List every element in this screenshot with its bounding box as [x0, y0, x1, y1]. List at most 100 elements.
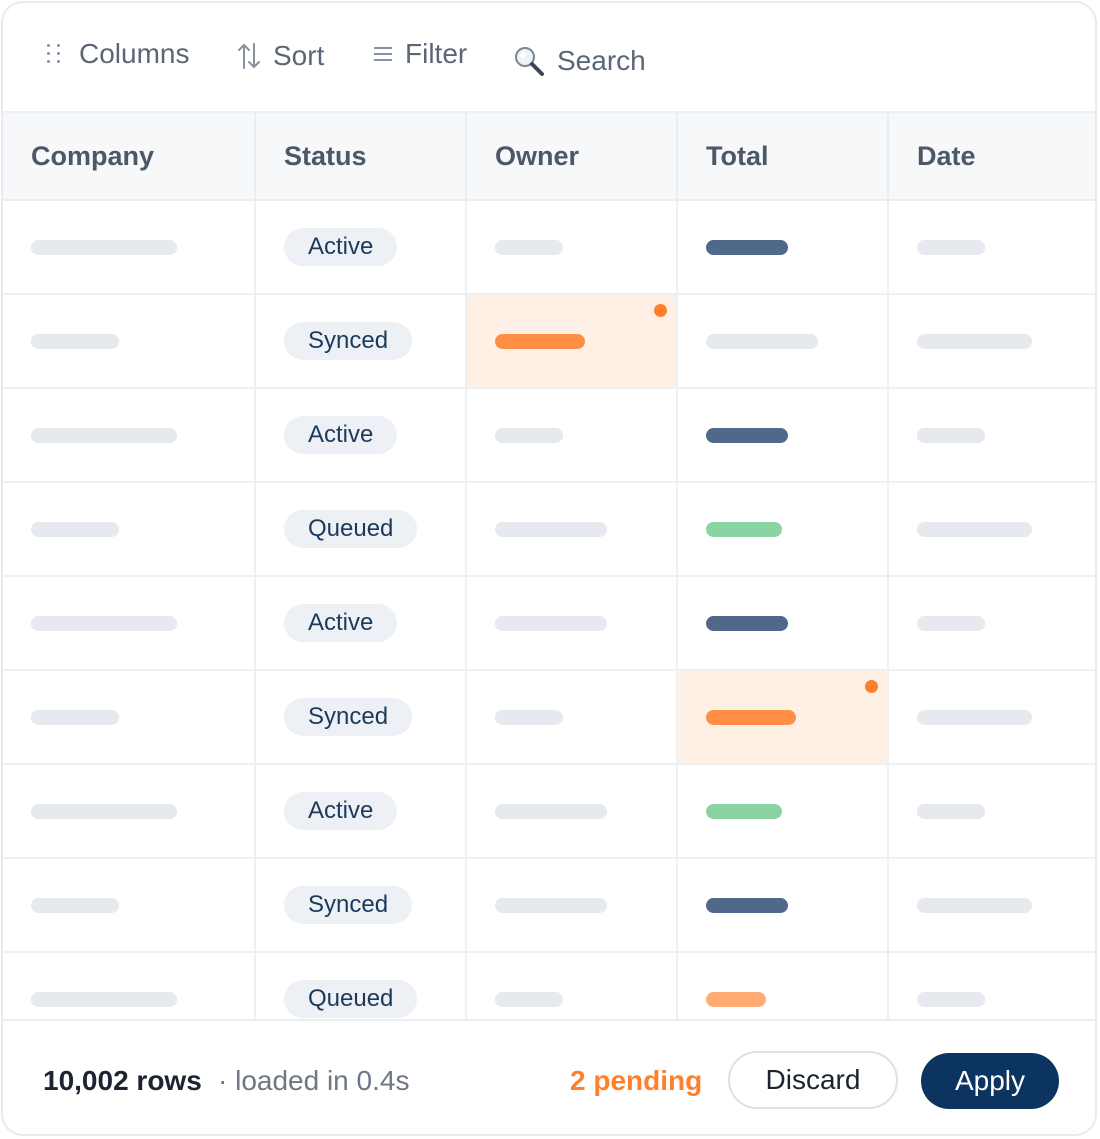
- column-header-company[interactable]: Company: [3, 113, 256, 199]
- cell-date[interactable]: [889, 765, 1095, 857]
- cell-company[interactable]: [3, 295, 256, 387]
- status-badge: Active: [284, 604, 398, 642]
- cell-date[interactable]: [889, 859, 1095, 951]
- status-badge: Queued: [284, 980, 418, 1018]
- cell-status[interactable]: Queued: [256, 483, 467, 575]
- placeholder-bar: [917, 710, 1032, 725]
- cell-date[interactable]: [889, 201, 1095, 293]
- cell-date[interactable]: [889, 577, 1095, 669]
- status-badge: Synced: [284, 886, 413, 924]
- table-row[interactable]: Active: [3, 201, 1095, 295]
- placeholder-bar: [706, 992, 766, 1007]
- placeholder-bar: [495, 334, 585, 349]
- status-badge: Active: [284, 416, 398, 454]
- cell-total[interactable]: [678, 389, 889, 481]
- cell-company[interactable]: [3, 671, 256, 763]
- status-badge: Synced: [284, 698, 413, 736]
- cell-owner[interactable]: [467, 295, 678, 387]
- cell-owner[interactable]: [467, 671, 678, 763]
- cell-status[interactable]: Active: [256, 577, 467, 669]
- cell-date[interactable]: [889, 295, 1095, 387]
- cell-company[interactable]: [3, 201, 256, 293]
- placeholder-bar: [917, 522, 1032, 537]
- discard-button[interactable]: Discard: [728, 1051, 898, 1109]
- cell-owner[interactable]: [467, 859, 678, 951]
- cell-date[interactable]: [889, 389, 1095, 481]
- status-badge: Active: [284, 792, 398, 830]
- footer-bar: 10,002 rows · loaded in 0.4s 2 pending D…: [3, 1019, 1095, 1134]
- cell-status[interactable]: Active: [256, 201, 467, 293]
- cell-total[interactable]: [678, 483, 889, 575]
- cell-status[interactable]: Active: [256, 765, 467, 857]
- status-badge: Active: [284, 228, 398, 266]
- edited-indicator-dot: [865, 680, 878, 693]
- placeholder-bar: [917, 334, 1032, 349]
- placeholder-bar: [917, 428, 985, 443]
- table-header: Company Status Owner Total Date: [3, 113, 1095, 201]
- cell-company[interactable]: [3, 483, 256, 575]
- placeholder-bar: [31, 898, 119, 913]
- table-row[interactable]: Active: [3, 765, 1095, 859]
- placeholder-bar: [917, 616, 985, 631]
- column-header-total[interactable]: Total: [678, 113, 889, 199]
- columns-button[interactable]: Columns: [45, 38, 189, 70]
- table-row[interactable]: Synced: [3, 671, 1095, 765]
- table-row[interactable]: Queued: [3, 483, 1095, 577]
- cell-status[interactable]: Synced: [256, 671, 467, 763]
- cell-total[interactable]: [678, 765, 889, 857]
- placeholder-bar: [31, 428, 177, 443]
- column-header-status[interactable]: Status: [256, 113, 467, 199]
- placeholder-bar: [495, 616, 607, 631]
- cell-owner[interactable]: [467, 765, 678, 857]
- column-header-owner[interactable]: Owner: [467, 113, 678, 199]
- placeholder-bar: [31, 992, 177, 1007]
- edited-indicator-dot: [654, 304, 667, 317]
- table-row[interactable]: Synced: [3, 295, 1095, 389]
- table-row[interactable]: Active: [3, 389, 1095, 483]
- cell-status[interactable]: Active: [256, 389, 467, 481]
- cell-total[interactable]: [678, 295, 889, 387]
- pending-count: 2 pending: [570, 1065, 703, 1096]
- placeholder-bar: [31, 522, 119, 537]
- cell-date[interactable]: [889, 671, 1095, 763]
- placeholder-bar: [706, 240, 788, 255]
- cell-company[interactable]: [3, 859, 256, 951]
- cell-owner[interactable]: [467, 201, 678, 293]
- search-input[interactable]: Search: [557, 45, 646, 77]
- placeholder-bar: [495, 428, 563, 443]
- cell-company[interactable]: [3, 577, 256, 669]
- cell-date[interactable]: [889, 483, 1095, 575]
- load-time: · loaded in 0.4s: [218, 1065, 410, 1096]
- sort-button[interactable]: Sort: [237, 40, 324, 72]
- placeholder-bar: [495, 710, 563, 725]
- table-row[interactable]: Active: [3, 577, 1095, 671]
- cell-company[interactable]: [3, 765, 256, 857]
- row-count: 10,002 rows: [43, 1065, 202, 1096]
- cell-status[interactable]: Synced: [256, 295, 467, 387]
- filter-button[interactable]: Filter: [373, 38, 467, 70]
- placeholder-bar: [495, 804, 607, 819]
- cell-total[interactable]: [678, 671, 889, 763]
- filter-lines-icon: [373, 44, 393, 64]
- cell-status[interactable]: Synced: [256, 859, 467, 951]
- apply-button[interactable]: Apply: [921, 1053, 1059, 1109]
- table-row[interactable]: Synced: [3, 859, 1095, 953]
- search-icon: [513, 45, 545, 77]
- cell-total[interactable]: [678, 577, 889, 669]
- placeholder-bar: [917, 804, 985, 819]
- placeholder-bar: [917, 898, 1032, 913]
- search-field[interactable]: Search: [513, 45, 646, 77]
- placeholder-bar: [706, 428, 788, 443]
- placeholder-bar: [706, 522, 782, 537]
- cell-owner[interactable]: [467, 483, 678, 575]
- data-table: Company Status Owner Total Date Active Sy…: [3, 113, 1095, 1047]
- placeholder-bar: [495, 992, 563, 1007]
- cell-company[interactable]: [3, 389, 256, 481]
- cell-owner[interactable]: [467, 389, 678, 481]
- cell-owner[interactable]: [467, 577, 678, 669]
- placeholder-bar: [31, 804, 177, 819]
- status-badge: Synced: [284, 322, 413, 360]
- column-header-date[interactable]: Date: [889, 113, 1095, 199]
- cell-total[interactable]: [678, 859, 889, 951]
- cell-total[interactable]: [678, 201, 889, 293]
